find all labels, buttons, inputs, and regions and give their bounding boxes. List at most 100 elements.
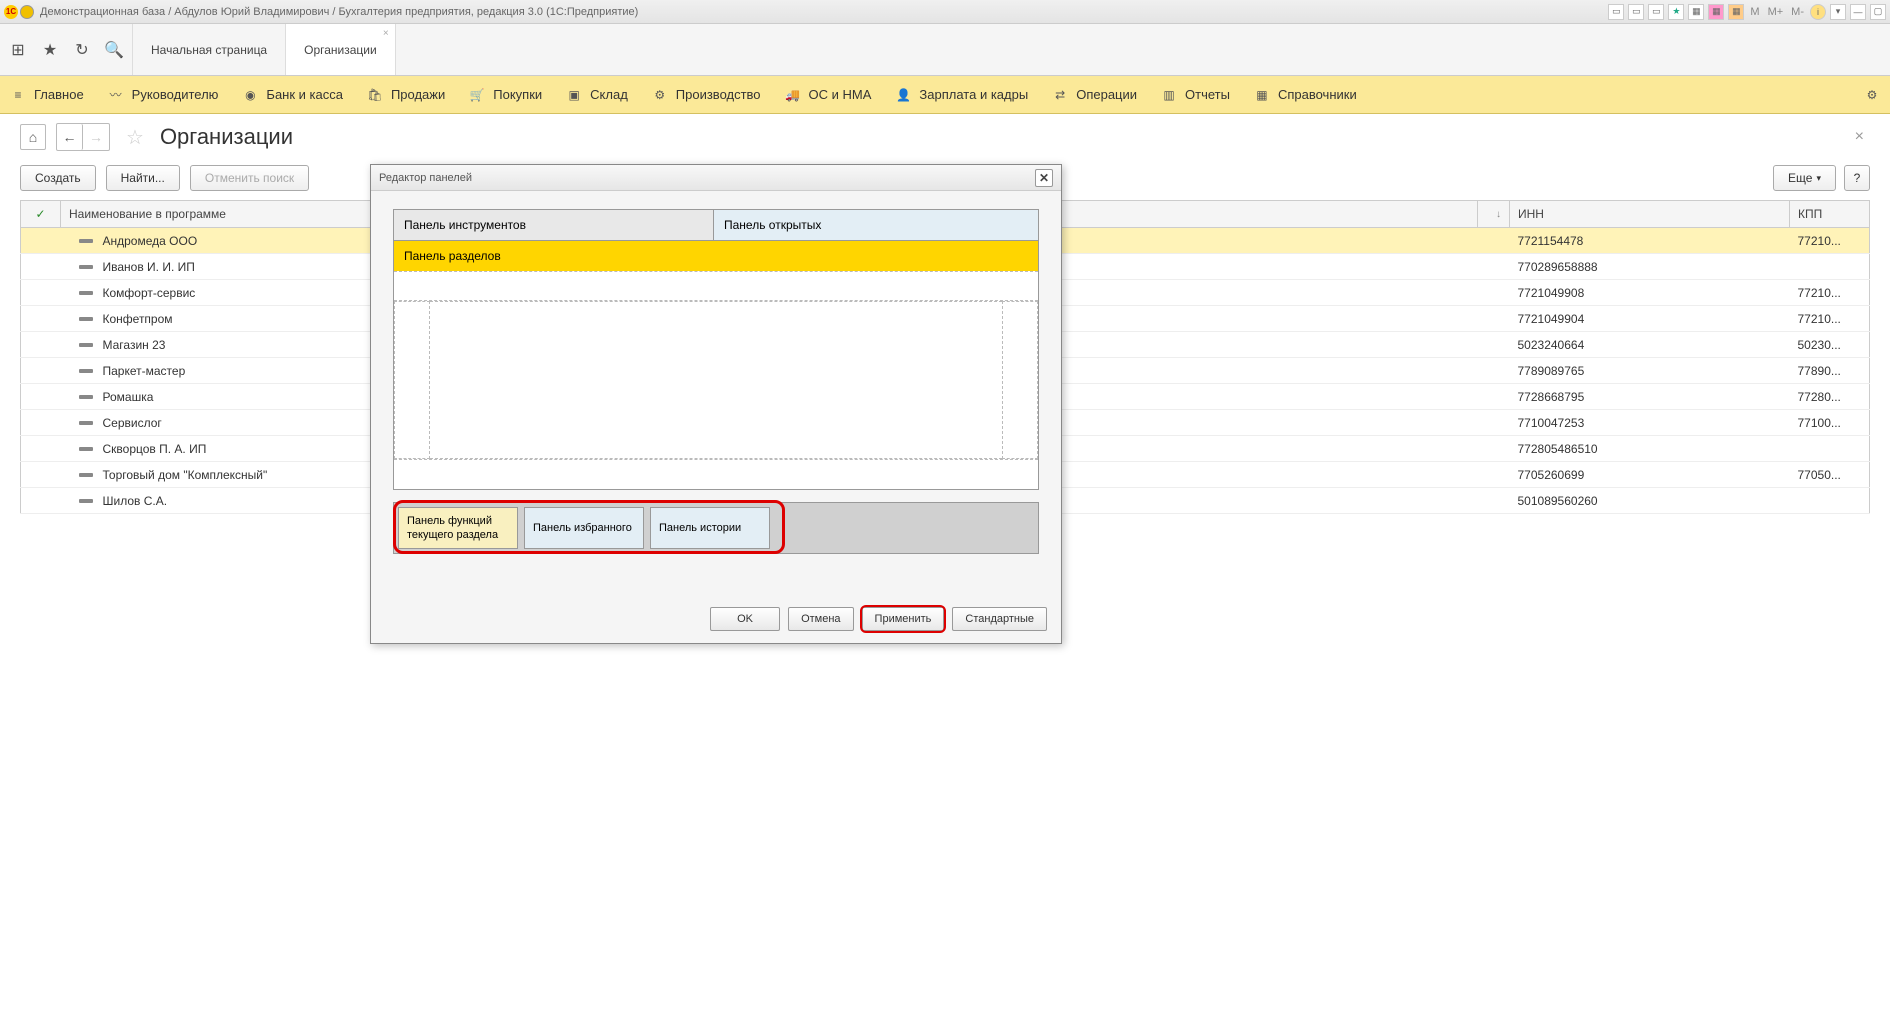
apply-button[interactable]: Применить bbox=[862, 607, 945, 631]
gear-icon: ⚙ bbox=[652, 87, 668, 103]
panel-empty-left-slot[interactable] bbox=[394, 301, 430, 459]
row-check-cell bbox=[21, 306, 61, 332]
create-button[interactable]: Создать bbox=[20, 165, 96, 191]
item-bar-icon bbox=[79, 239, 93, 243]
ok-button[interactable]: OK bbox=[710, 607, 780, 631]
panel-empty-right-slot[interactable] bbox=[1002, 301, 1038, 459]
panel-history-item[interactable]: Панель истории bbox=[650, 507, 770, 549]
row-inn-cell: 7721049904 bbox=[1510, 306, 1790, 332]
row-check-cell bbox=[21, 254, 61, 280]
coin-icon: ◉ bbox=[242, 87, 258, 103]
check-icon: ✓ bbox=[35, 207, 45, 221]
row-name-text: Ромашка bbox=[103, 390, 154, 404]
section-warehouse[interactable]: ▣Склад bbox=[566, 87, 628, 103]
find-button[interactable]: Найти... bbox=[106, 165, 180, 191]
sort-down-icon: ↓ bbox=[1496, 209, 1501, 220]
titlebar-icon-2[interactable]: ▭ bbox=[1628, 4, 1644, 20]
panel-empty-bottom-slot[interactable] bbox=[394, 459, 1038, 489]
row-check-cell bbox=[21, 228, 61, 254]
panel-sections-slot[interactable]: Панель разделов bbox=[394, 241, 1038, 271]
row-name-text: Конфетпром bbox=[103, 312, 173, 326]
search-icon[interactable]: 🔍 bbox=[104, 40, 124, 60]
panel-favorites-item[interactable]: Панель избранного bbox=[524, 507, 644, 549]
panel-empty-top-slot[interactable] bbox=[394, 271, 1038, 301]
minimize-icon[interactable]: — bbox=[1850, 4, 1866, 20]
section-sales[interactable]: 🛍Продажи bbox=[367, 87, 445, 103]
col-check[interactable]: ✓ bbox=[21, 201, 61, 228]
section-main[interactable]: ≡Главное bbox=[10, 87, 84, 103]
row-inn-cell: 7789089765 bbox=[1510, 358, 1790, 384]
history-icon[interactable]: ↻ bbox=[72, 40, 92, 60]
maximize-icon[interactable]: ▢ bbox=[1870, 4, 1886, 20]
section-reports[interactable]: ▥Отчеты bbox=[1161, 87, 1230, 103]
page-header: ⌂ ← → ☆ Организации × bbox=[0, 114, 1890, 160]
section-hr[interactable]: 👤Зарплата и кадры bbox=[895, 87, 1028, 103]
memory-mplus[interactable]: M+ bbox=[1766, 6, 1786, 18]
help-button[interactable]: ? bbox=[1844, 165, 1870, 191]
tab-organizations[interactable]: Организации × bbox=[286, 24, 396, 75]
row-name-text: Андромеда ООО bbox=[103, 234, 198, 248]
section-purchases[interactable]: 🛒Покупки bbox=[469, 87, 542, 103]
cancel-button[interactable]: Отмена bbox=[788, 607, 853, 631]
dialog-close-button[interactable]: ✕ bbox=[1035, 169, 1053, 187]
dialog-titlebar[interactable]: Редактор панелей ✕ bbox=[371, 165, 1061, 191]
favorites-star-icon[interactable]: ★ bbox=[40, 40, 60, 60]
calc-icon[interactable]: ▦ bbox=[1688, 4, 1704, 20]
section-bank[interactable]: ◉Банк и касса bbox=[242, 87, 343, 103]
row-kpp-cell: 77280... bbox=[1790, 384, 1870, 410]
exchange-icon: ⇄ bbox=[1052, 87, 1068, 103]
info-icon[interactable]: i bbox=[1810, 4, 1826, 20]
row-kpp-cell: 77210... bbox=[1790, 280, 1870, 306]
section-references[interactable]: ▦Справочники bbox=[1254, 87, 1357, 103]
row-check-cell bbox=[21, 384, 61, 410]
col-kpp[interactable]: КПП bbox=[1790, 201, 1870, 228]
row-check-cell bbox=[21, 436, 61, 462]
section-assets[interactable]: 🚚ОС и НМА bbox=[785, 87, 872, 103]
section-operations[interactable]: ⇄Операции bbox=[1052, 87, 1137, 103]
page-star-icon[interactable]: ☆ bbox=[126, 125, 144, 150]
apps-grid-icon[interactable]: ⊞ bbox=[8, 40, 28, 60]
calendar-icon[interactable]: ▦ bbox=[1708, 4, 1724, 20]
dropdown-icon[interactable]: ▾ bbox=[1830, 4, 1846, 20]
row-kpp-cell: 77210... bbox=[1790, 306, 1870, 332]
row-name-text: Иванов И. И. ИП bbox=[103, 260, 195, 274]
panel-open-slot[interactable]: Панель открытых bbox=[714, 210, 1038, 240]
tab-close-icon[interactable]: × bbox=[383, 28, 389, 39]
item-bar-icon bbox=[79, 317, 93, 321]
bag-icon: 🛍 bbox=[367, 87, 383, 103]
tab-start-page[interactable]: Начальная страница bbox=[133, 24, 286, 75]
row-kpp-cell bbox=[1790, 254, 1870, 280]
page-title: Организации bbox=[160, 124, 293, 150]
settings-gear-icon[interactable]: ⚙ bbox=[1864, 87, 1880, 103]
app-logo-dropdown-icon[interactable] bbox=[20, 5, 34, 19]
defaults-button[interactable]: Стандартные bbox=[952, 607, 1047, 631]
memory-m[interactable]: M bbox=[1748, 6, 1761, 18]
more-button[interactable]: Еще bbox=[1773, 165, 1836, 191]
col-inn[interactable]: ИНН bbox=[1510, 201, 1790, 228]
menu-icon: ≡ bbox=[10, 87, 26, 103]
titlebar-icon-3[interactable]: ▭ bbox=[1648, 4, 1664, 20]
tool-icon[interactable]: ▦ bbox=[1728, 4, 1744, 20]
titlebar-icon-1[interactable]: ▭ bbox=[1608, 4, 1624, 20]
row-sort-cell bbox=[1478, 280, 1510, 306]
window-titlebar: 1C Демонстрационная база / Абдулов Юрий … bbox=[0, 0, 1890, 24]
memory-mminus[interactable]: M- bbox=[1789, 6, 1806, 18]
panel-tools-slot[interactable]: Панель инструментов bbox=[394, 210, 714, 240]
row-inn-cell: 7710047253 bbox=[1510, 410, 1790, 436]
forward-button[interactable]: → bbox=[83, 124, 109, 150]
section-production[interactable]: ⚙Производство bbox=[652, 87, 761, 103]
section-manager[interactable]: 〰Руководителю bbox=[108, 87, 219, 103]
row-name-text: Шилов С.А. bbox=[103, 494, 168, 508]
favorite-icon[interactable]: ★ bbox=[1668, 4, 1684, 20]
row-name-text: Скворцов П. А. ИП bbox=[103, 442, 207, 456]
page-close-icon[interactable]: × bbox=[1855, 128, 1870, 146]
row-check-cell bbox=[21, 410, 61, 436]
row-inn-cell: 772805486510 bbox=[1510, 436, 1790, 462]
row-kpp-cell bbox=[1790, 436, 1870, 462]
home-button[interactable]: ⌂ bbox=[20, 124, 46, 150]
cancel-search-button[interactable]: Отменить поиск bbox=[190, 165, 309, 191]
panel-functions-item[interactable]: Панель функций текущего раздела bbox=[398, 507, 518, 549]
row-inn-cell: 7728668795 bbox=[1510, 384, 1790, 410]
back-button[interactable]: ← bbox=[57, 124, 83, 150]
col-sort[interactable]: ↓ bbox=[1478, 201, 1510, 228]
